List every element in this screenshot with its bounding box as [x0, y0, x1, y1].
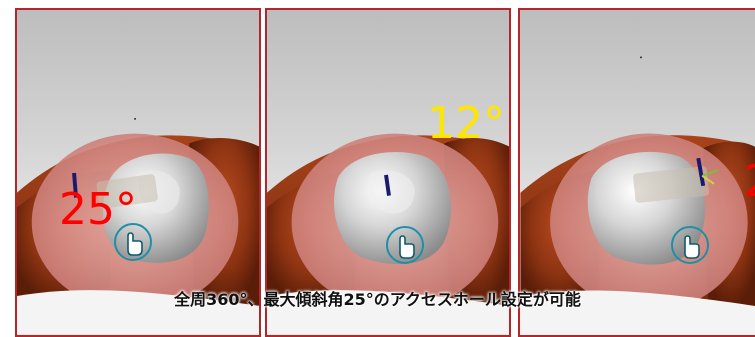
angle-label: 2: [744, 160, 755, 204]
caption: 全周360°、最大傾斜角25°のアクセスホール設定が可能: [174, 290, 581, 309]
angle-label: 12°: [427, 98, 505, 149]
hand-pointer-icon[interactable]: [113, 222, 153, 262]
hand-pointer-icon[interactable]: [385, 225, 425, 265]
hand-pointer-icon[interactable]: [670, 225, 710, 265]
